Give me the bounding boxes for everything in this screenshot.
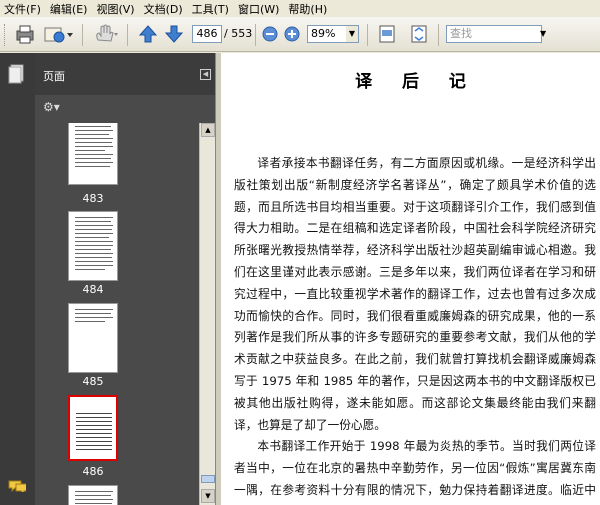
fit-page-button[interactable] (407, 22, 431, 46)
page-thumbnail-483[interactable] (68, 123, 118, 185)
toolbar-grip[interactable] (4, 24, 7, 46)
next-page-icon (164, 25, 184, 43)
zoom-in-icon (284, 26, 300, 42)
menu-window[interactable]: 窗口(W) (234, 1, 284, 17)
pages-panel-header: 页面 ◀ (35, 53, 215, 95)
menu-tools[interactable]: 工具(T) (188, 1, 234, 17)
fit-width-button[interactable] (375, 22, 399, 46)
page-thumbnail-484[interactable] (68, 211, 118, 281)
menu-view[interactable]: 视图(V) (92, 1, 139, 17)
thumbnail-label-485: 485 (82, 375, 104, 388)
menu-file[interactable]: 文件(F) (0, 1, 46, 17)
paragraph: 译者承接本书翻译任务，有二方面原因或机缘。一是经济科学出版社策划出版“新制度经济… (234, 156, 596, 432)
page-total: / 553 (224, 27, 253, 40)
search-input[interactable]: 查找 (446, 25, 542, 43)
scroll-up-icon[interactable]: ▲ (201, 123, 215, 137)
options-gear-icon[interactable]: ⚙▾ (43, 100, 67, 114)
comments-icon[interactable] (8, 480, 26, 492)
zoom-value: 89% (311, 27, 336, 40)
scroll-down-icon[interactable]: ▼ (201, 489, 215, 503)
hand-tool-icon (96, 24, 118, 42)
page-thumbnail-485[interactable] (68, 303, 118, 373)
fit-page-icon (411, 25, 427, 43)
toolbar: 486 / 553 89% ▼ 查找 ▼ (0, 17, 600, 52)
document-title: 译 后 记 (355, 72, 478, 92)
menu-edit[interactable]: 编辑(E) (46, 1, 93, 17)
thumbnail-scrollbar[interactable]: ▲ ▼ (199, 123, 215, 505)
page-thumbnail-486[interactable] (68, 395, 118, 461)
scroll-thumb[interactable] (201, 475, 215, 483)
print-icon (16, 25, 34, 44)
email-button[interactable] (42, 22, 74, 46)
collapse-panel-icon[interactable]: ◀ (200, 69, 211, 80)
search-dropdown-icon[interactable]: ▼ (540, 29, 546, 38)
document-view[interactable]: 译 后 记 译者承接本书翻译任务，有二方面原因或机缘。一是经济科学出版社策划出版… (221, 53, 600, 505)
print-button[interactable] (12, 22, 38, 46)
thumbnail-label-486: 486 (82, 465, 104, 478)
zoom-in-button[interactable] (282, 22, 302, 46)
fit-width-icon (379, 25, 395, 43)
pages-panel-title: 页面 (43, 70, 65, 83)
hand-tool-button[interactable] (90, 22, 120, 46)
menu-bar: 文件(F) 编辑(E) 视图(V) 文档(D) 工具(T) 窗口(W) 帮助(H… (0, 0, 600, 17)
menu-document[interactable]: 文档(D) (140, 1, 188, 17)
email-icon (44, 27, 73, 43)
thumbnail-list: 483 484 485 486 (35, 123, 199, 505)
paragraph: 本书翻译工作开始于 1998 年最为炎热的季节。当时我们两位译者当中，一位在北京… (234, 439, 596, 505)
thumbnail-label-484: 484 (82, 283, 104, 296)
zoom-out-icon (262, 26, 278, 42)
next-page-button[interactable] (162, 22, 186, 46)
page-number-input[interactable]: 486 (192, 25, 222, 43)
menu-help[interactable]: 帮助(H) (284, 1, 332, 17)
page-thumbnail-487[interactable] (68, 485, 118, 505)
prev-page-icon (138, 25, 158, 43)
prev-page-button[interactable] (136, 22, 160, 46)
navigation-rail (0, 53, 35, 505)
pages-panel: 页面 ◀ ⚙▾ 483 484 485 486 ▲ ▼ (35, 53, 215, 505)
chevron-down-icon[interactable]: ▼ (346, 26, 358, 42)
zoom-select[interactable]: 89% ▼ (307, 25, 359, 43)
document-body: 译者承接本书翻译任务，有二方面原因或机缘。一是经济科学出版社策划出版“新制度经济… (234, 153, 596, 505)
thumbnail-label-483: 483 (82, 192, 104, 205)
pages-icon[interactable] (7, 63, 27, 85)
zoom-out-button[interactable] (260, 22, 280, 46)
